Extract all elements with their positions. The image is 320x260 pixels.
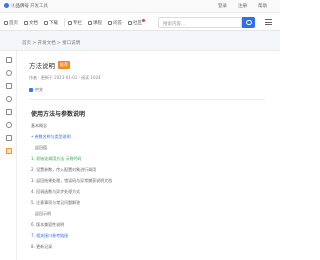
page-title: 方法说明 [29,62,55,70]
content-line[interactable]: 7. 相关接口参考链接 [31,233,68,239]
content-line: 6. 版本兼容性说明 [31,222,65,227]
tb-qa-label: 问答 [113,20,122,26]
logo-icon[interactable] [4,3,9,8]
qa-icon [108,20,112,25]
login-link[interactable]: 登录 [218,3,227,9]
content-line: 返回值 [35,145,47,150]
divider [29,99,265,100]
brand-name[interactable]: ⓐ品牌号 [11,3,29,9]
content-line[interactable]: 1. 初始化调用方法 示例代码 [31,156,81,162]
content-line[interactable]: • 参数名称与类型说明 [31,134,71,140]
recommend-badge: 推荐 [58,61,70,69]
language-label: 中文 [35,87,43,92]
article-meta: 作者 · 更新于 2023-01-01 · 阅读 1024 [29,75,101,80]
course-icon [88,20,92,25]
toolbar-divider [64,18,65,27]
tb-column[interactable]: 专栏 [68,19,82,26]
language-icon [29,88,33,92]
breadcrumb-bar: 首页 > 开发文档 > 接口说明 [0,31,280,51]
star-icon[interactable] [6,96,12,102]
content-line: 基本概念 [31,123,47,128]
help-link[interactable]: 帮助 [258,3,267,9]
top-bar: ⓐ品牌号 开发工具 登录 注册 帮助 [0,0,280,13]
content-line: 4. 回调函数与异步处理方式 [31,189,81,194]
tb-qa[interactable]: 问答 [108,19,122,26]
tb-course[interactable]: 课程 [88,19,102,26]
clock-icon[interactable] [6,70,12,76]
home-icon [4,20,8,25]
content-line: 返回示例 [35,211,51,216]
comment-icon[interactable] [6,109,12,115]
tb-docs-label: 文档 [29,20,38,26]
section-heading: 使用方法与参数说明 [31,111,86,118]
file-icon[interactable] [6,57,12,63]
tb-column-label: 专栏 [73,20,82,26]
tb-docs[interactable]: 文档 [24,19,38,26]
column-icon [68,20,72,25]
tb-community[interactable]: 社区 [128,18,145,26]
tb-community-label: 社区 [133,20,142,26]
sidebar [0,51,17,260]
community-icon [128,20,132,25]
tb-course-label: 课程 [93,20,102,26]
tb-home-label: 首页 [9,20,18,26]
content-line: 2. 设置参数，传入配置对象进行调用 [31,167,97,172]
like-icon[interactable] [6,83,12,89]
brand-subtitle[interactable]: 开发工具 [30,3,48,9]
notification-dot [142,18,145,22]
download-icon [44,20,48,25]
content-line: 8. 更新记录 [31,244,53,249]
tb-home[interactable]: 首页 [4,19,18,26]
share-icon[interactable] [6,122,12,128]
toolbar: 首页 文档 下载 专栏 课程 问答 社区 搜索内容... [0,13,280,31]
print-icon[interactable] [6,135,12,141]
search-input[interactable]: 搜索内容... [158,17,242,28]
doc-icon [24,20,28,25]
report-icon[interactable] [6,148,12,154]
register-link[interactable]: 注册 [238,3,247,9]
tb-download-label: 下载 [49,20,58,26]
title-row: 方法说明 推荐 [29,60,70,70]
search-button[interactable] [242,17,255,28]
language-switch[interactable]: 中文 [29,87,43,93]
content-line: 5. 注意事项与常见问题解答 [31,200,81,205]
article-content: 方法说明 推荐 作者 · 更新于 2023-01-01 · 阅读 1024 中文… [17,51,280,260]
breadcrumb[interactable]: 首页 > 开发文档 > 接口说明 [22,40,80,46]
tb-download[interactable]: 下载 [44,19,58,26]
content-line: 3. 返回结果处理，错误码与异常捕获说明文档 [31,178,113,183]
menu-icon[interactable] [265,19,272,25]
